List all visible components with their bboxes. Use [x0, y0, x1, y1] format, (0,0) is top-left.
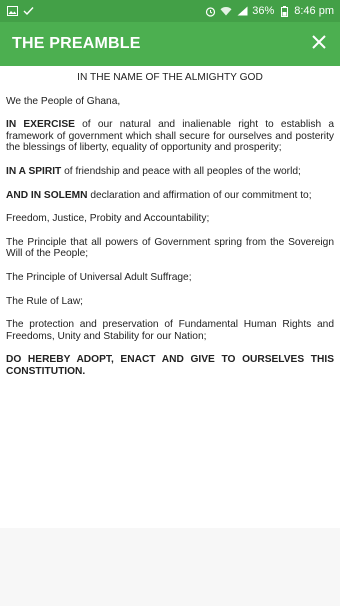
paragraph: The protection and preservation of Funda… — [6, 319, 334, 342]
paragraph-text: of friendship and peace with all peoples… — [61, 165, 301, 177]
bottom-area — [0, 528, 340, 606]
app-bar: THE PREAMBLE — [0, 22, 340, 66]
paragraph-text: Freedom, Justice, Probity and Accountabi… — [6, 213, 210, 225]
paragraph-emphasis: AND IN SOLEMN — [6, 189, 88, 201]
paragraph-emphasis: IN A SPIRIT — [6, 165, 62, 177]
document-heading: IN THE NAME OF THE ALMIGHTY GOD — [77, 72, 263, 83]
paragraph: The Principle that all powers of Governm… — [6, 237, 334, 260]
check-icon — [22, 5, 34, 17]
paragraph: IN EXERCISE of our natural and inalienab… — [6, 119, 334, 154]
paragraph-text: declaration and affirmation of our commi… — [87, 189, 312, 201]
image-icon — [6, 5, 18, 17]
alarm-icon — [204, 5, 216, 17]
paragraph: Freedom, Justice, Probity and Accountabi… — [6, 213, 334, 225]
paragraph-text: The Principle that all powers of Governm… — [6, 236, 334, 260]
paragraph-emphasis: DO HEREBY ADOPT, ENACT AND GIVE TO OURSE… — [6, 354, 334, 377]
paragraph-text: We the People of Ghana, — [6, 95, 121, 107]
paragraph: IN A SPIRIT of friendship and peace with… — [6, 166, 334, 178]
paragraph: The Rule of Law; — [6, 296, 334, 308]
status-right: 36% 8:46 pm — [204, 5, 334, 17]
paragraph: DO HEREBY ADOPT, ENACT AND GIVE TO OURSE… — [6, 354, 334, 377]
paragraph-emphasis: IN EXERCISE — [6, 119, 75, 131]
battery-icon — [278, 5, 290, 17]
status-time: 8:46 pm — [294, 5, 334, 17]
close-button[interactable] — [308, 33, 330, 55]
wifi-icon — [220, 5, 232, 17]
paragraph: AND IN SOLEMN declaration and affirmatio… — [6, 190, 334, 202]
status-bar: 36% 8:46 pm — [0, 0, 340, 22]
paragraph: The Principle of Universal Adult Suffrag… — [6, 272, 334, 284]
preamble-document: IN THE NAME OF THE ALMIGHTY GOD We the P… — [0, 66, 340, 528]
close-icon — [312, 34, 326, 54]
signal-icon — [236, 5, 248, 17]
paragraph-text: The Rule of Law; — [6, 295, 84, 307]
page-title: THE PREAMBLE — [12, 35, 141, 52]
paragraph-text: The protection and preservation of Funda… — [6, 319, 334, 342]
paragraph: We the People of Ghana, — [6, 96, 334, 108]
battery-percent: 36% — [252, 5, 275, 17]
status-left — [6, 5, 34, 17]
paragraph-text: The Principle of Universal Adult Suffrag… — [6, 271, 192, 283]
